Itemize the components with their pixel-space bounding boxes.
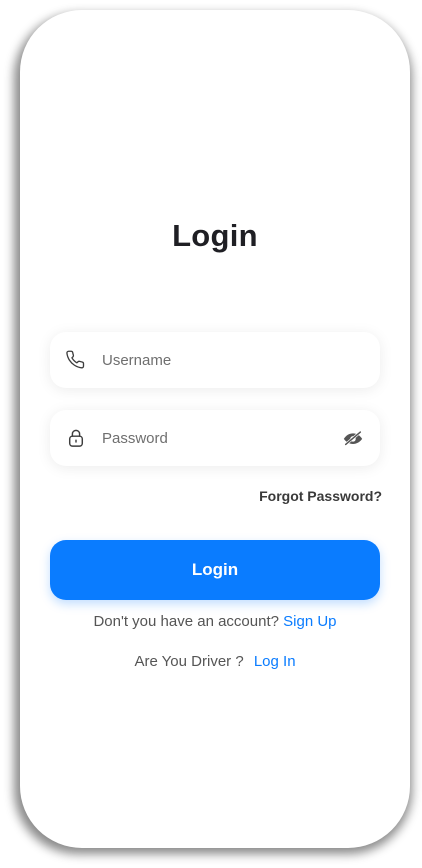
password-field[interactable] [50,410,380,466]
eye-off-icon[interactable] [342,427,364,449]
signup-prompt: Don't you have an account? Sign Up [20,613,410,630]
driver-log-in-link[interactable]: Log In [254,653,296,670]
username-input[interactable] [102,351,364,369]
driver-prompt: Are You Driver ? Log In [20,653,410,670]
phone-screen: Login Forgot Password? Log [20,10,410,848]
lock-icon [66,428,86,448]
signup-prompt-text: Don't you have an account? [93,613,279,630]
login-button[interactable]: Login [50,540,380,600]
page-title: Login [172,218,258,253]
username-field[interactable] [50,332,380,388]
password-input[interactable] [102,429,342,447]
driver-prompt-text: Are You Driver ? [134,653,244,670]
phone-icon [66,350,86,370]
sign-up-link[interactable]: Sign Up [283,613,336,630]
forgot-password-link[interactable]: Forgot Password? [259,488,382,504]
